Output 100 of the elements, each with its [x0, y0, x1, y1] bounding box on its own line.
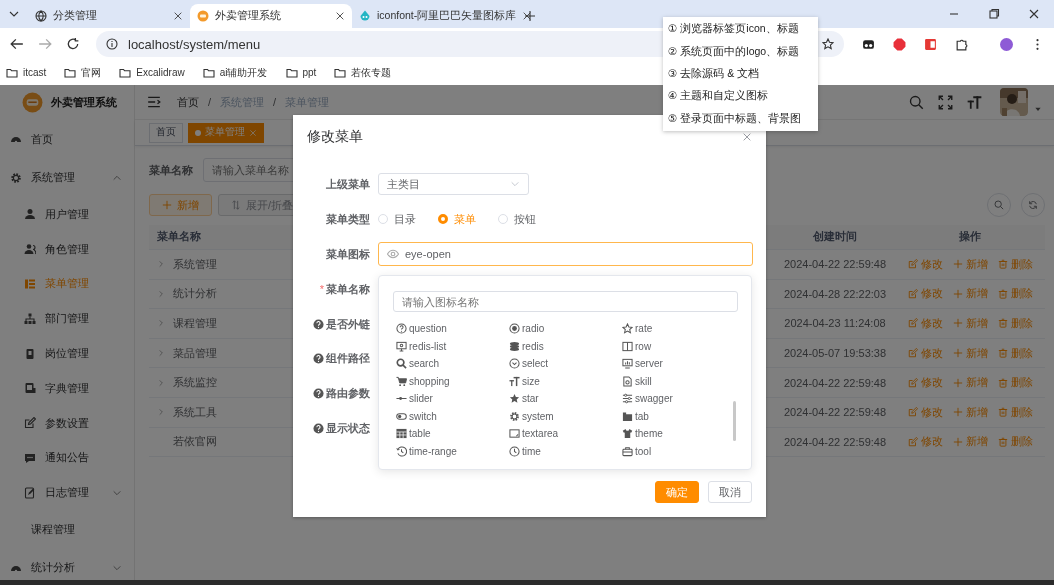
- fullscreen-icon[interactable]: [938, 94, 953, 110]
- icon-option[interactable]: redis-list: [393, 338, 506, 354]
- bookmark[interactable]: 官网: [64, 65, 102, 80]
- sidebar-item[interactable]: 课程管理: [0, 510, 134, 549]
- sidebar-item[interactable]: 首页: [0, 120, 134, 159]
- icon-option[interactable]: theme: [619, 426, 732, 442]
- icon-option[interactable]: size: [506, 373, 619, 389]
- star-icon[interactable]: [822, 38, 834, 50]
- sidebar-item[interactable]: 日志管理: [0, 475, 134, 511]
- help-icon[interactable]: [313, 353, 324, 365]
- caret-icon[interactable]: [1034, 105, 1042, 113]
- icon-option[interactable]: redis: [506, 338, 619, 354]
- breadcrumb-item[interactable]: 首页: [177, 94, 199, 110]
- columns-icon: [622, 340, 633, 352]
- help-icon[interactable]: [313, 388, 324, 400]
- extension-icon[interactable]: [862, 37, 875, 51]
- radio-option[interactable]: 按钮: [498, 211, 536, 227]
- close-icon[interactable]: [173, 11, 183, 21]
- menu-item[interactable]: ③ 去除源码 & 文档: [663, 62, 818, 86]
- browser-tab[interactable]: iconfont-阿里巴巴矢量图标库: [352, 4, 514, 28]
- search-icon[interactable]: [909, 94, 924, 110]
- icon-option[interactable]: time-range: [393, 443, 506, 459]
- gear-icon: [509, 410, 520, 422]
- id-card-icon: [24, 347, 36, 360]
- folder-icon: [285, 66, 298, 79]
- sidebar-item[interactable]: 字典管理: [0, 371, 134, 406]
- column-header: 创建时间: [812, 230, 858, 244]
- info-icon[interactable]: [106, 38, 118, 50]
- icon-option[interactable]: star: [506, 391, 619, 407]
- list-icon: [24, 278, 36, 290]
- table-cell: 菜品管理: [173, 345, 217, 361]
- browser-tab[interactable]: 分类管理: [28, 4, 190, 28]
- sidebar-item[interactable]: 统计分析: [0, 548, 134, 580]
- browser-tab[interactable]: 外卖管理系统: [190, 4, 352, 28]
- bookmark[interactable]: 若依专题: [334, 65, 392, 80]
- icon-option[interactable]: table: [393, 426, 506, 442]
- close-icon[interactable]: [335, 11, 345, 21]
- bookmark[interactable]: itcast: [6, 66, 47, 79]
- reload-icon[interactable]: [66, 37, 80, 51]
- menu-toggle-icon[interactable]: [147, 95, 161, 109]
- icon-option[interactable]: question: [393, 321, 506, 337]
- icon-option[interactable]: textarea: [506, 426, 619, 442]
- sidebar-item[interactable]: 参数设置: [0, 405, 134, 441]
- icon-option[interactable]: swagger: [619, 391, 732, 407]
- icon-option[interactable]: rate: [619, 321, 732, 337]
- icon-option[interactable]: shopping: [393, 373, 506, 389]
- icon-option[interactable]: row: [619, 338, 732, 354]
- icon-option[interactable]: search: [393, 356, 506, 372]
- select-field[interactable]: 主类目: [378, 173, 529, 196]
- bookmark[interactable]: ai辅助开发: [202, 65, 268, 80]
- cancel-button[interactable]: 取消: [708, 481, 752, 503]
- trash-icon: [997, 377, 1008, 388]
- bookmark[interactable]: ppt: [285, 66, 317, 79]
- star-icon: [509, 393, 520, 405]
- page-tag[interactable]: 首页: [149, 122, 183, 143]
- icon-field[interactable]: eye-open: [378, 242, 753, 267]
- icon-option[interactable]: skill: [619, 373, 732, 389]
- icon-option[interactable]: radio: [506, 321, 619, 337]
- sidebar-item[interactable]: 用户管理: [0, 197, 134, 232]
- plus-icon: [952, 318, 963, 329]
- icon-option[interactable]: slider: [393, 391, 506, 407]
- textarea-icon: [509, 428, 520, 440]
- sidebar-item[interactable]: 系统管理: [0, 158, 134, 197]
- bookmark[interactable]: Excalidraw: [119, 66, 185, 79]
- search-icon: [396, 358, 407, 370]
- plus-icon: [952, 436, 963, 447]
- icon-option[interactable]: server: [619, 356, 732, 372]
- edit-icon: [907, 259, 918, 270]
- stop-sign-icon[interactable]: [893, 37, 906, 51]
- icon-option[interactable]: tab: [619, 408, 732, 424]
- icon-option[interactable]: switch: [393, 408, 506, 424]
- puzzle-icon[interactable]: [955, 37, 968, 51]
- icon-option[interactable]: time: [506, 443, 619, 459]
- back-icon[interactable]: [10, 37, 24, 51]
- table-cell: 系统管理: [173, 256, 217, 272]
- close-icon[interactable]: [1028, 8, 1040, 20]
- profile-avatar-icon[interactable]: [1000, 37, 1013, 51]
- sidebar-item[interactable]: 部门管理: [0, 301, 134, 337]
- toolbox-icon: [622, 445, 633, 457]
- restore-icon[interactable]: [988, 8, 1000, 20]
- icon-option[interactable]: select: [506, 356, 619, 372]
- field-label: 菜单名称: [149, 162, 193, 178]
- menu-item[interactable]: ④ 主题和自定义图标: [663, 85, 818, 108]
- icon-option[interactable]: system: [506, 408, 619, 424]
- eye-icon: [387, 248, 399, 261]
- menu-item[interactable]: ⑤ 登录页面中标题、背景图: [663, 107, 818, 130]
- icon-search-field[interactable]: 请输入图标名称: [393, 291, 738, 312]
- icon-option[interactable]: tool: [619, 443, 732, 459]
- sidebar-item[interactable]: 岗位管理: [0, 336, 134, 371]
- table-cell-text: 2024-04-22 22:59:48: [782, 376, 888, 389]
- sidebar-item[interactable]: 通知公告: [0, 440, 134, 476]
- table-cell: 系统监控: [173, 375, 217, 391]
- text-size-icon[interactable]: [967, 94, 982, 110]
- radio-option[interactable]: 目录: [378, 211, 416, 227]
- sidebar-item[interactable]: 角色管理: [0, 231, 134, 267]
- plus-icon: [952, 348, 963, 359]
- help-icon[interactable]: [313, 318, 324, 330]
- folder-icon: [64, 66, 77, 79]
- help-icon[interactable]: [313, 423, 324, 435]
- scrollbar-thumb[interactable]: [733, 401, 736, 441]
